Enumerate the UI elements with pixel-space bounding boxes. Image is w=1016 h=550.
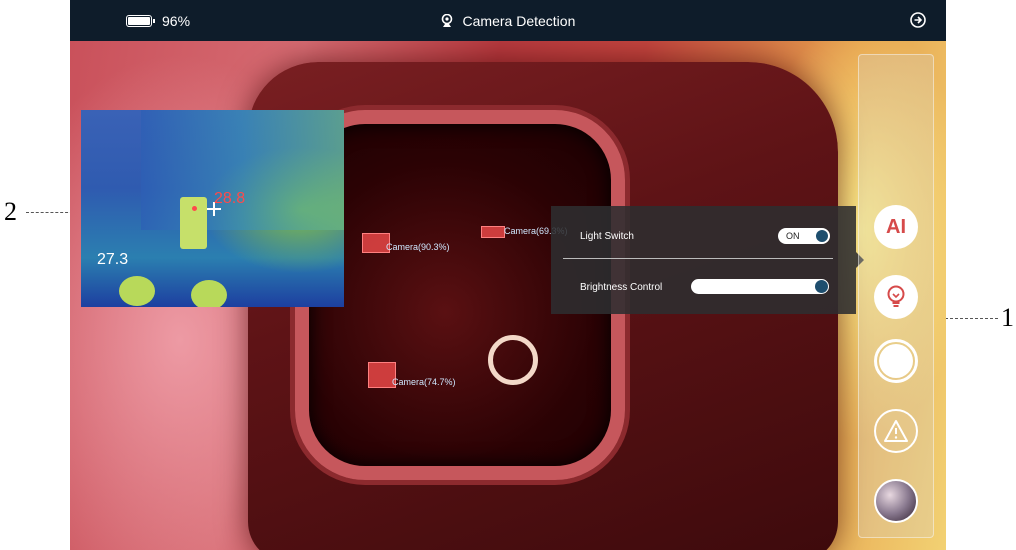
right-toolbar: AI <box>858 54 934 538</box>
warning-icon <box>884 420 908 442</box>
toggle-knob <box>816 230 828 242</box>
light-button[interactable] <box>874 275 918 319</box>
toggle-state: ON <box>786 231 800 241</box>
capture-button[interactable] <box>874 339 918 383</box>
status-bar: 96% Camera Detection <box>70 0 946 41</box>
brightness-slider[interactable] <box>691 279 829 294</box>
min-temperature-value: 27.3 <box>97 251 129 268</box>
popup-divider <box>563 258 833 259</box>
detection-box <box>481 226 505 238</box>
max-temperature-value: 28.8 <box>214 190 246 207</box>
light-settings-popup: Light Switch ON Brightness Control <box>551 206 864 314</box>
ai-icon: AI <box>886 215 906 238</box>
thermal-region <box>141 110 344 230</box>
lightbulb-icon <box>887 285 905 307</box>
callout-number-2: 2 <box>4 197 17 226</box>
thermal-blob <box>191 280 227 307</box>
thermal-preview[interactable]: 28.8 27.3 <box>81 110 344 307</box>
thermal-hot-spot <box>180 197 207 249</box>
ai-detection-button[interactable]: AI <box>874 205 918 249</box>
thermal-blob <box>119 276 155 306</box>
light-switch-label: Light Switch <box>580 231 634 242</box>
gallery-icon[interactable] <box>874 479 918 523</box>
callout-number-1: 1 <box>1001 303 1014 332</box>
lens-ring-reflection <box>488 335 538 385</box>
light-switch-toggle[interactable]: ON <box>778 228 830 244</box>
shutter-icon <box>879 344 913 378</box>
hot-point-marker <box>192 206 197 211</box>
title-wrap: Camera Detection <box>70 13 946 29</box>
alert-button[interactable] <box>874 409 918 453</box>
webcam-icon <box>441 13 452 27</box>
callout-line-1 <box>940 318 998 319</box>
detection-label: Camera(74.7%) <box>392 377 456 387</box>
slider-knob[interactable] <box>815 280 828 293</box>
brightness-control-label: Brightness Control <box>580 282 663 293</box>
exit-arrow-icon[interactable] <box>910 12 926 28</box>
page-title: Camera Detection <box>462 13 576 29</box>
device-screen: Camera(90.3%) Camera(69.3%) Camera(74.7%… <box>70 0 946 550</box>
detection-label: Camera(90.3%) <box>386 242 450 252</box>
